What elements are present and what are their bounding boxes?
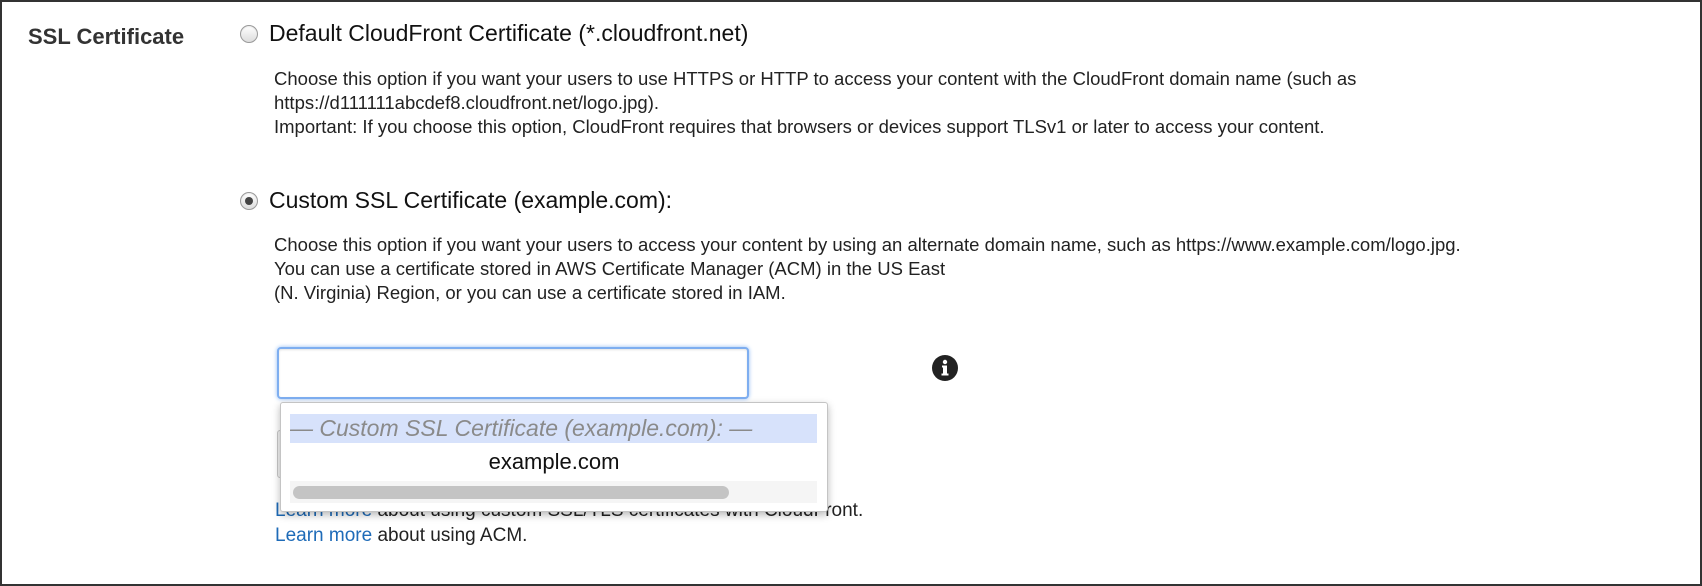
- info-icon[interactable]: [931, 354, 959, 382]
- learn-more-link[interactable]: Learn more: [275, 525, 372, 546]
- certificate-input[interactable]: [277, 347, 749, 399]
- default-certificate-description: Choose this option if you want your user…: [274, 67, 1356, 139]
- custom-certificate-description: Choose this option if you want your user…: [274, 233, 1461, 305]
- description-line: https://d111111abcdef8.cloudfront.net/lo…: [274, 92, 660, 113]
- learn-more-acm: Learn more about using ACM.: [275, 524, 527, 548]
- custom-certificate-label[interactable]: Custom SSL Certificate (example.com):: [269, 187, 672, 214]
- dropdown-option-example-com[interactable]: example.com: [281, 447, 827, 477]
- ssl-certificate-panel: SSL Certificate Default CloudFront Certi…: [0, 0, 1702, 586]
- default-certificate-label[interactable]: Default CloudFront Certificate (*.cloudf…: [269, 20, 748, 47]
- description-line: You can use a certificate stored in AWS …: [274, 258, 946, 279]
- default-certificate-radio[interactable]: [240, 25, 258, 43]
- certificate-dropdown: — Custom SSL Certificate (example.com): …: [280, 402, 828, 512]
- section-label: SSL Certificate: [28, 24, 185, 49]
- description-line: (N. Virginia) Region, or you can use a c…: [274, 282, 786, 303]
- dropdown-group-header: — Custom SSL Certificate (example.com): …: [290, 414, 817, 443]
- custom-certificate-radio[interactable]: [240, 192, 258, 210]
- description-line: Important: If you choose this option, Cl…: [274, 116, 1325, 137]
- description-line: Choose this option if you want your user…: [274, 234, 1461, 255]
- learn-more-text: about using ACM.: [372, 525, 528, 546]
- description-line: Choose this option if you want your user…: [274, 68, 1357, 89]
- dropdown-scrollbar-thumb[interactable]: [293, 486, 729, 499]
